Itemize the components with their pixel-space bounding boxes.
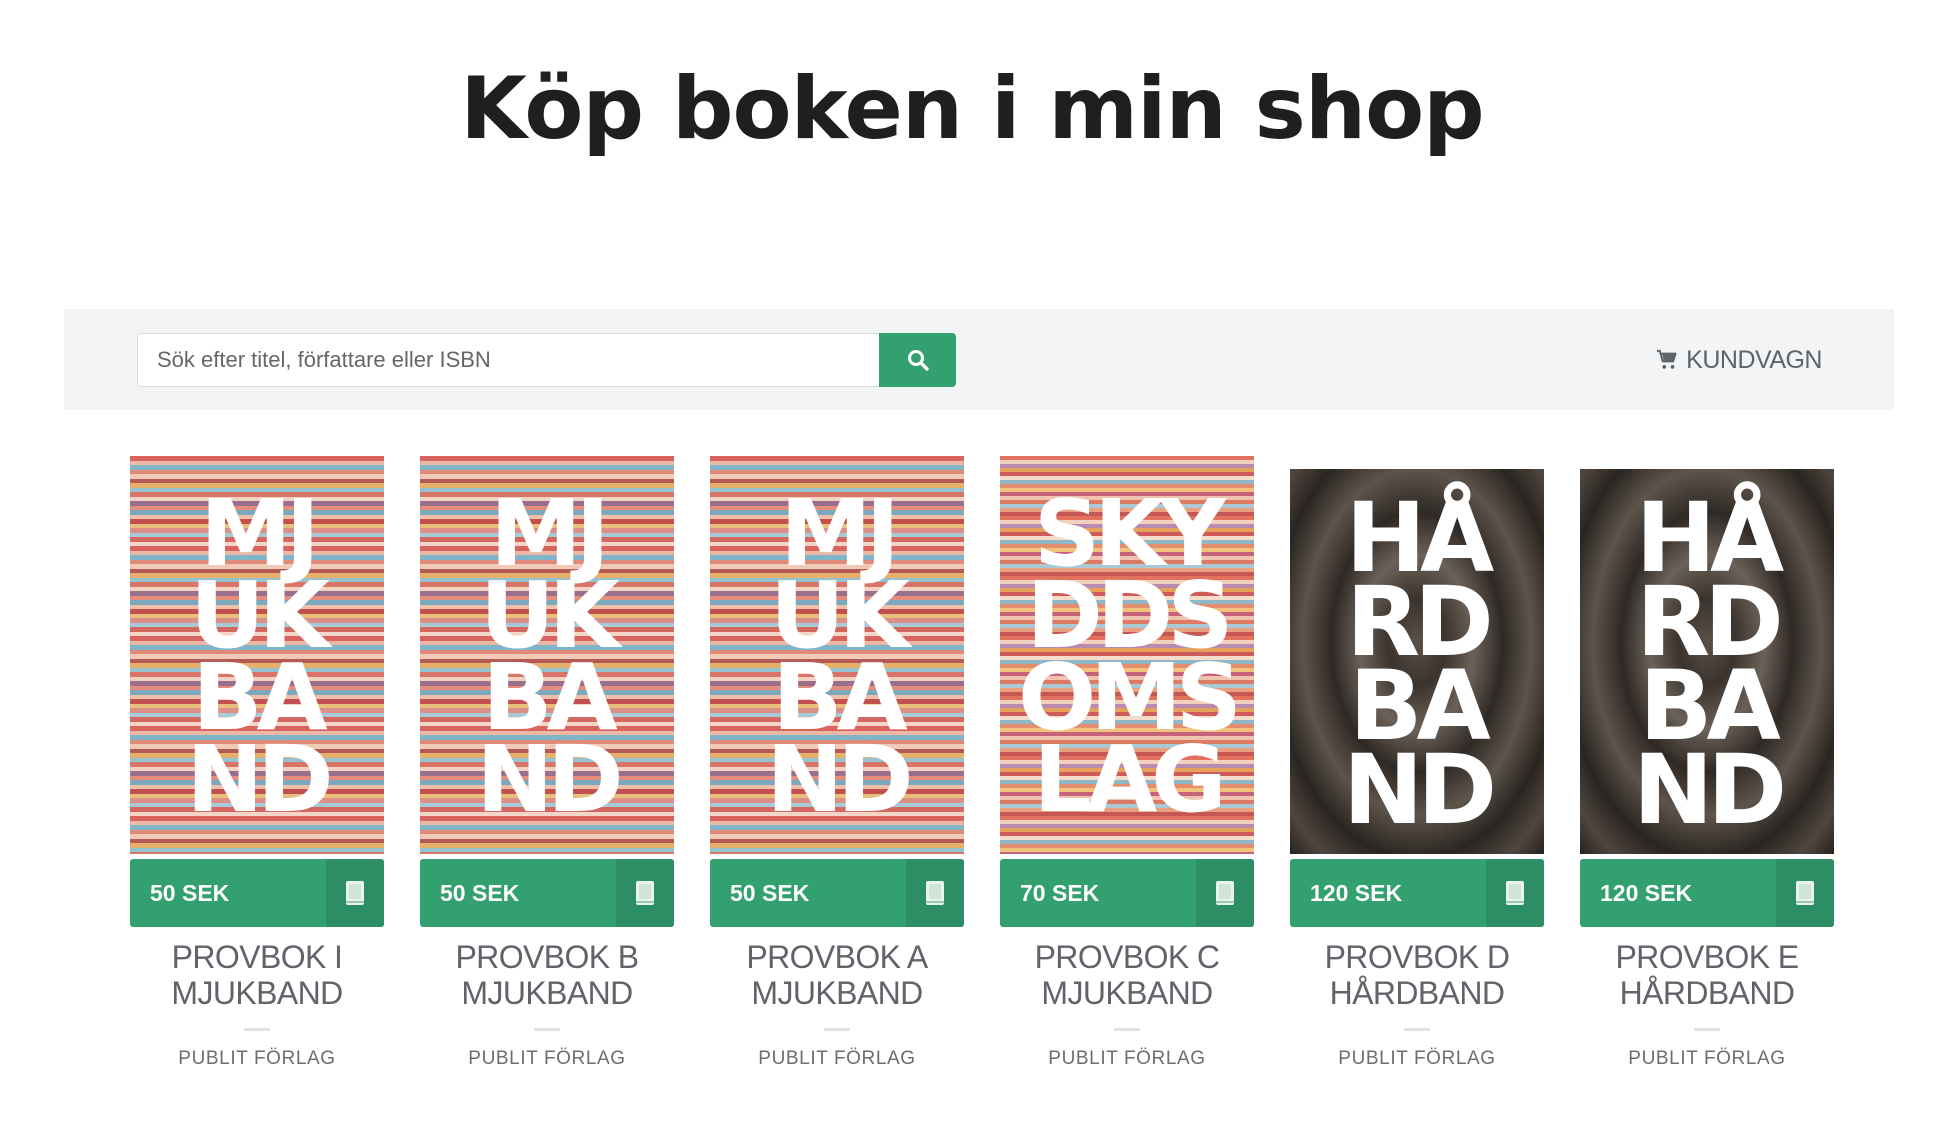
price-label: 70 SEK xyxy=(1020,879,1100,906)
page-title: Köp boken i min shop xyxy=(460,59,1484,159)
divider xyxy=(824,1028,850,1031)
product-title-line: PROVBOK D xyxy=(1324,939,1510,975)
price-label: 120 SEK xyxy=(1600,879,1693,906)
buy-button[interactable]: 50 SEK xyxy=(130,859,384,927)
price-label: 50 SEK xyxy=(440,879,520,906)
product-card: SKY DDS OMS LAG 70 SEK PROVBOK C MJUKBAND P… xyxy=(1000,456,1254,1076)
cover-text-line: ND xyxy=(1632,733,1787,846)
product-title-link[interactable]: PROVBOK I MJUKBAND xyxy=(120,939,394,1011)
cover-text-line: ND xyxy=(186,726,333,833)
format-button[interactable] xyxy=(1196,859,1254,927)
format-button[interactable] xyxy=(326,859,384,927)
product-title-line: MJUKBAND xyxy=(751,975,923,1011)
publisher-link[interactable]: PUBLIT FÖRLAG xyxy=(1580,1048,1834,1070)
format-button[interactable] xyxy=(616,859,674,927)
product-title-line: MJUKBAND xyxy=(461,975,633,1011)
book-cover-image[interactable]: HÅ RD BA ND xyxy=(1580,469,1834,854)
publisher-link[interactable]: PUBLIT FÖRLAG xyxy=(1000,1048,1254,1070)
book-cover-image[interactable]: HÅ RD BA ND xyxy=(1290,469,1544,854)
price-label: 50 SEK xyxy=(150,879,230,906)
divider xyxy=(1404,1028,1430,1031)
product-title-link[interactable]: PROVBOK C MJUKBAND xyxy=(990,939,1264,1011)
price-label: 50 SEK xyxy=(730,879,810,906)
divider xyxy=(244,1028,270,1031)
book-cover-image[interactable]: MJ UK BA ND xyxy=(130,456,384,854)
cart-icon xyxy=(1657,349,1677,369)
product-title-line: PROVBOK C xyxy=(1034,939,1220,975)
cart-link[interactable]: KUNDVAGN xyxy=(1656,345,1822,375)
publisher-link[interactable]: PUBLIT FÖRLAG xyxy=(130,1048,384,1070)
product-title-line: HÅRDBAND xyxy=(1619,975,1795,1011)
format-button[interactable] xyxy=(1486,859,1544,927)
cover-text-line: LAG xyxy=(1033,726,1226,833)
book-cover-image[interactable]: MJ UK BA ND xyxy=(710,456,964,854)
product-title-line: PROVBOK A xyxy=(746,939,928,975)
format-button[interactable] xyxy=(906,859,964,927)
product-title-line: MJUKBAND xyxy=(1041,975,1213,1011)
divider xyxy=(534,1028,560,1031)
product-title-line: HÅRDBAND xyxy=(1329,975,1505,1011)
product-title-line: PROVBOK I xyxy=(171,939,343,975)
product-title-line: PROVBOK B xyxy=(455,939,639,975)
buy-button[interactable]: 120 SEK xyxy=(1290,859,1544,927)
search-icon xyxy=(907,350,929,371)
product-card: MJ UK BA ND 50 SEK PROVBOK A MJUKBAND PUBLI… xyxy=(710,456,964,1076)
book-icon xyxy=(1506,881,1524,905)
book-cover-image[interactable]: MJ UK BA ND xyxy=(420,456,674,854)
search-input[interactable] xyxy=(137,333,879,387)
book-icon xyxy=(1216,881,1234,905)
publisher-link[interactable]: PUBLIT FÖRLAG xyxy=(1290,1048,1544,1070)
product-title-link[interactable]: PROVBOK E HÅRDBAND xyxy=(1570,939,1844,1011)
publisher-link[interactable]: PUBLIT FÖRLAG xyxy=(420,1048,674,1070)
publisher-link[interactable]: PUBLIT FÖRLAG xyxy=(710,1048,964,1070)
book-icon xyxy=(926,881,944,905)
buy-button[interactable]: 70 SEK xyxy=(1000,859,1254,927)
product-card: HÅ RD BA ND 120 SEK PROVBOK E HÅRDBAND PUBL… xyxy=(1580,456,1834,1076)
cover-text-line: ND xyxy=(766,726,913,833)
product-title-line: MJUKBAND xyxy=(171,975,343,1011)
cover-text-line: ND xyxy=(476,726,623,833)
shop-toolbar: KUNDVAGN xyxy=(64,309,1894,410)
buy-button[interactable]: 50 SEK xyxy=(420,859,674,927)
product-card: MJ UK BA ND 50 SEK PROVBOK I MJUKBAND PUBLI… xyxy=(130,456,384,1076)
book-icon xyxy=(346,881,364,905)
product-title-line: PROVBOK E xyxy=(1615,939,1799,975)
product-grid: MJ UK BA ND 50 SEK PROVBOK I MJUKBAND PUBLI… xyxy=(130,456,1834,1096)
search-button[interactable] xyxy=(879,333,956,387)
divider xyxy=(1694,1028,1720,1031)
book-icon xyxy=(1796,881,1814,905)
product-title-link[interactable]: PROVBOK A MJUKBAND xyxy=(700,939,974,1011)
format-button[interactable] xyxy=(1776,859,1834,927)
buy-button[interactable]: 120 SEK xyxy=(1580,859,1834,927)
product-title-link[interactable]: PROVBOK B MJUKBAND xyxy=(410,939,684,1011)
book-cover-image[interactable]: SKY DDS OMS LAG xyxy=(1000,456,1254,854)
cover-text-line: ND xyxy=(1342,733,1497,846)
buy-button[interactable]: 50 SEK xyxy=(710,859,964,927)
cart-label: KUNDVAGN xyxy=(1686,345,1822,374)
product-card: MJ UK BA ND 50 SEK PROVBOK B MJUKBAND PUBLI… xyxy=(420,456,674,1076)
book-icon xyxy=(636,881,654,905)
product-card: HÅ RD BA ND 120 SEK PROVBOK D HÅRDBAND PUBL… xyxy=(1290,456,1544,1076)
product-title-link[interactable]: PROVBOK D HÅRDBAND xyxy=(1280,939,1554,1011)
divider xyxy=(1114,1028,1140,1031)
price-label: 120 SEK xyxy=(1310,879,1403,906)
